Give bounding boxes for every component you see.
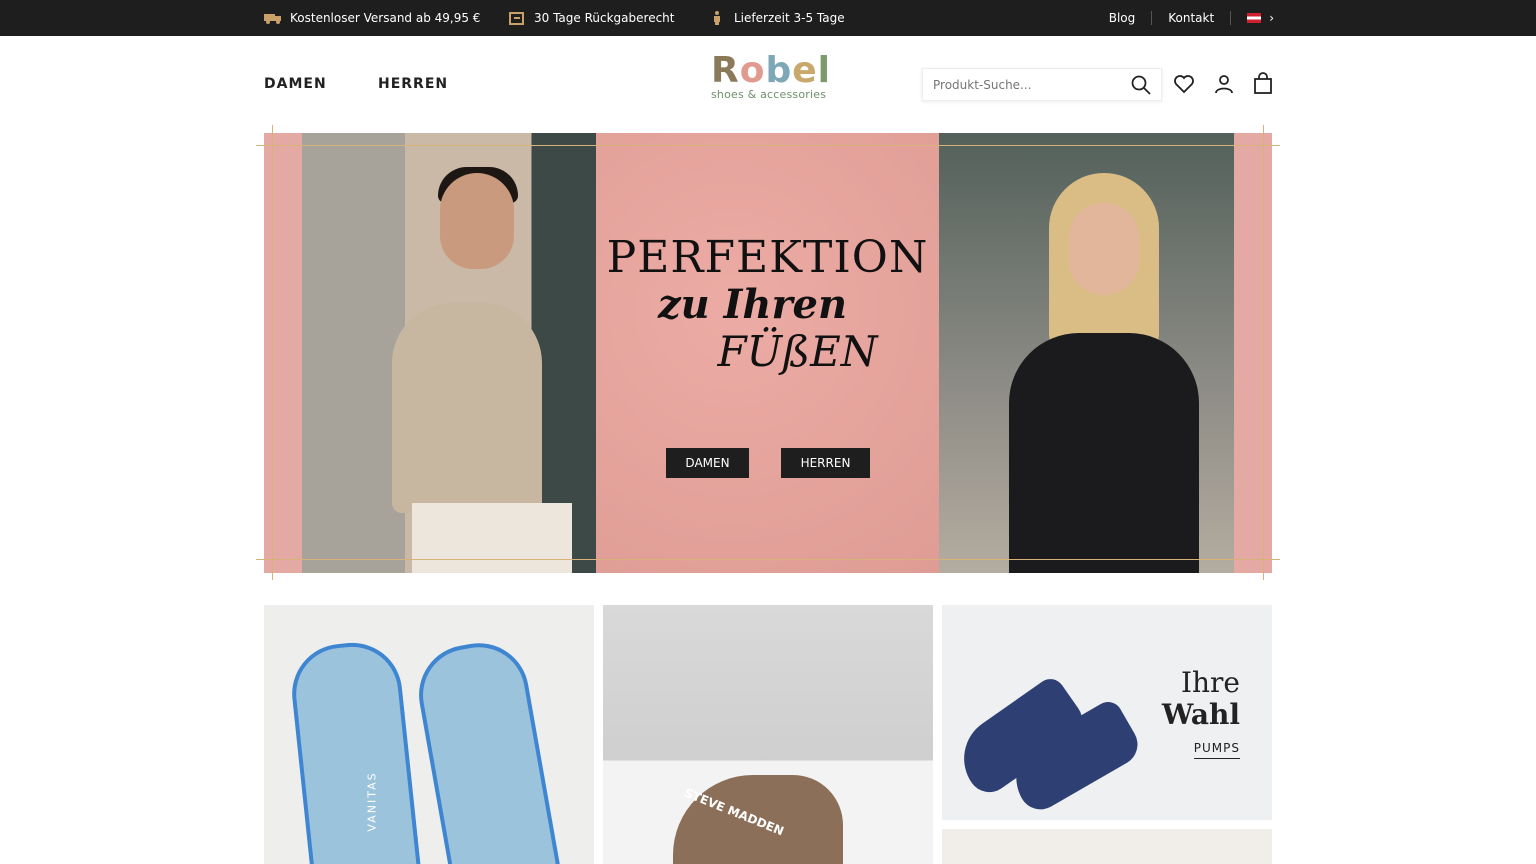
usp-shipping: Kostenloser Versand ab 49,95 € bbox=[264, 0, 480, 36]
pumps-link[interactable]: PUMPS bbox=[1193, 741, 1240, 759]
kontakt-link[interactable]: Kontakt bbox=[1168, 11, 1214, 25]
nav-damen[interactable]: DAMEN bbox=[264, 76, 327, 92]
man-shirt bbox=[392, 303, 542, 513]
blue-loafer-right bbox=[411, 635, 563, 864]
usp-delivery: Lieferzeit 3-5 Tage bbox=[708, 0, 845, 36]
heart-icon[interactable] bbox=[1172, 72, 1196, 96]
tile-pumps-line-1: Ihre bbox=[1180, 666, 1240, 699]
hero-line-2: zu Ihren bbox=[657, 281, 848, 328]
blue-loafer-left bbox=[287, 637, 423, 864]
hero-herren-button[interactable]: HERREN bbox=[781, 448, 870, 478]
man-face bbox=[440, 173, 514, 269]
logo-wordmark: Robel bbox=[711, 50, 832, 91]
top-links: Blog Kontakt › bbox=[1109, 0, 1274, 36]
shopping-bag-icon[interactable] bbox=[1251, 72, 1275, 96]
tile-pumps-line-2: Wahl bbox=[1161, 698, 1240, 731]
woman-blazer bbox=[1009, 333, 1199, 573]
nav-herren[interactable]: HERREN bbox=[378, 76, 448, 92]
hero-line-3: FÜßEN bbox=[717, 327, 878, 376]
search-icon[interactable] bbox=[1131, 75, 1151, 95]
return-box-icon bbox=[509, 12, 524, 25]
delivery-person-icon bbox=[714, 11, 720, 25]
divider bbox=[1151, 11, 1153, 25]
divider bbox=[1230, 11, 1232, 25]
austria-flag-icon[interactable] bbox=[1247, 13, 1262, 23]
search-box[interactable] bbox=[922, 68, 1162, 101]
user-icon[interactable] bbox=[1212, 72, 1236, 96]
frame-line-top bbox=[256, 145, 1280, 146]
chevron-right-icon[interactable]: › bbox=[1269, 11, 1274, 25]
hero-damen-button[interactable]: DAMEN bbox=[666, 448, 749, 478]
blog-link[interactable]: Blog bbox=[1109, 11, 1136, 25]
tile-pumps[interactable]: Ihre Wahl PUMPS bbox=[942, 605, 1272, 820]
search-input[interactable] bbox=[933, 77, 1131, 92]
frame-line-left bbox=[272, 125, 273, 580]
loafer-brand-label: VANITAS bbox=[365, 771, 379, 832]
hero-headline: PERFEKTION zu Ihren FÜßEN bbox=[596, 233, 939, 377]
tile-loafers[interactable]: VANITAS bbox=[264, 605, 594, 864]
tile-sneakers[interactable]: STEVE MADDEN bbox=[603, 605, 933, 864]
hero-line-1: PERFEKTION bbox=[606, 232, 929, 283]
hero-photo-woman bbox=[939, 133, 1234, 573]
usp-shipping-text: Kostenloser Versand ab 49,95 € bbox=[290, 11, 481, 25]
logo-tagline: shoes & accessories bbox=[711, 88, 827, 101]
frame-line-right bbox=[1263, 125, 1264, 580]
woman-face bbox=[1069, 203, 1139, 295]
usp-delivery-text: Lieferzeit 3-5 Tage bbox=[734, 11, 845, 25]
tile-bottom-right[interactable] bbox=[942, 829, 1272, 864]
frame-line-bottom bbox=[256, 559, 1280, 560]
hero-photo-man bbox=[302, 133, 596, 573]
usp-returns: 30 Tage Rückgaberecht bbox=[508, 0, 674, 36]
truck-icon bbox=[264, 14, 281, 24]
hero-center-panel: PERFEKTION zu Ihren FÜßEN DAMEN HERREN bbox=[596, 133, 939, 573]
tile-pumps-text: Ihre Wahl PUMPS bbox=[1162, 667, 1240, 759]
top-bar: Kostenloser Versand ab 49,95 € 30 Tage R… bbox=[0, 0, 1536, 36]
man-trousers bbox=[412, 503, 572, 573]
logo[interactable]: Robel shoes & accessories bbox=[711, 50, 832, 102]
hero-banner[interactable]: PERFEKTION zu Ihren FÜßEN DAMEN HERREN bbox=[264, 133, 1272, 573]
usp-returns-text: 30 Tage Rückgaberecht bbox=[534, 11, 675, 25]
